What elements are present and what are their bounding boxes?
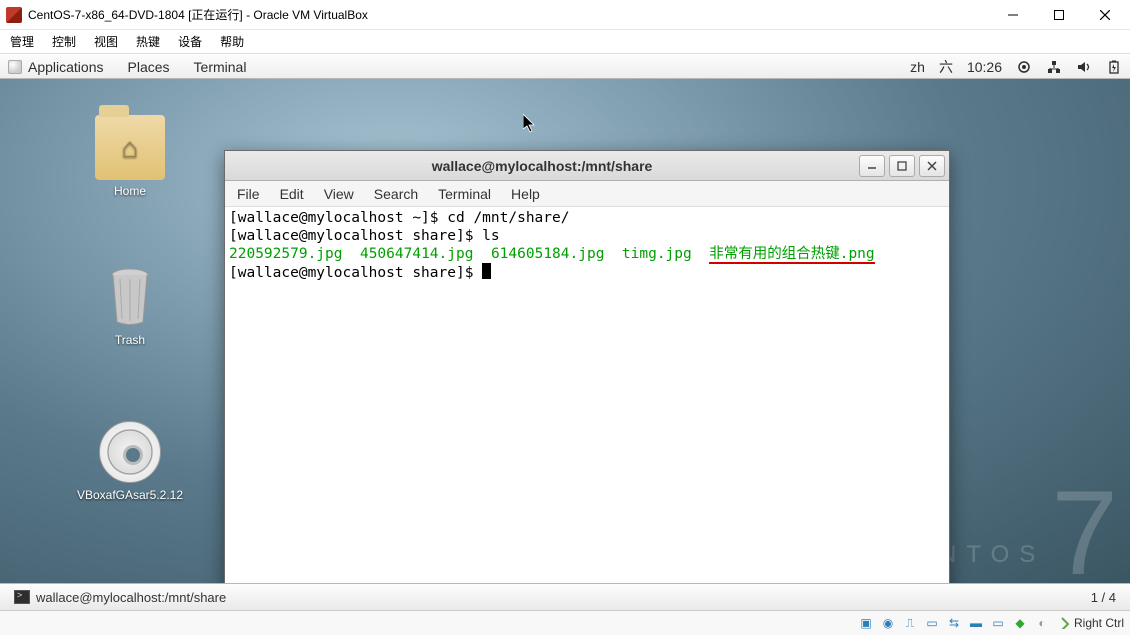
trash-label: Trash <box>75 333 185 347</box>
close-button[interactable] <box>1082 0 1128 30</box>
vb-shared-folder-icon[interactable]: ▭ <box>923 614 941 632</box>
vb-usb-icon[interactable]: ⎍ <box>901 614 919 632</box>
terminal-maximize-button[interactable] <box>889 155 915 177</box>
panel-day: 六 <box>939 57 953 77</box>
gnome-top-panel: Applications Places Terminal zh 六 10:26 <box>0 54 1130 79</box>
ls-file-4: timg.jpg <box>622 246 692 262</box>
terminal-menu-terminal[interactable]: Terminal <box>438 186 491 202</box>
centos-watermark: NTOS7 <box>939 491 1118 575</box>
vb-mouse-integration-icon[interactable]: ◐ <box>1033 614 1051 632</box>
terminal-menu-edit[interactable]: Edit <box>280 186 304 202</box>
terminal-menu-file[interactable]: File <box>237 186 260 202</box>
terminal-menubar: File Edit View Search Terminal Help <box>225 181 949 207</box>
desktop-icon-trash[interactable]: Trash <box>75 264 185 347</box>
panel-terminal[interactable]: Terminal <box>194 59 247 75</box>
record-icon[interactable] <box>1016 59 1032 75</box>
minimize-button[interactable] <box>990 0 1036 30</box>
maximize-button[interactable] <box>1036 0 1082 30</box>
vb-menu-devices[interactable]: 设备 <box>178 33 202 50</box>
virtualbox-titlebar: CentOS-7-x86_64-DVD-1804 [正在运行] - Oracle… <box>0 0 1130 30</box>
gnome-bottom-panel: wallace@mylocalhost:/mnt/share 1 / 4 <box>0 583 1130 610</box>
vb-hdd-icon[interactable]: ▣ <box>857 614 875 632</box>
vb-hostkey-indicator[interactable]: Right Ctrl <box>1055 616 1124 630</box>
terminal-title: wallace@mylocalhost:/mnt/share <box>225 158 859 174</box>
vb-menu-hotkey[interactable]: 热键 <box>136 33 160 50</box>
terminal-cursor <box>482 263 491 279</box>
vb-hostkey-label: Right Ctrl <box>1074 616 1124 630</box>
vb-menu-view[interactable]: 视图 <box>94 33 118 50</box>
ls-file-1: 220592579.jpg <box>229 246 343 262</box>
cd-label: VBoxafGAsar5.2.12 <box>75 488 185 502</box>
battery-icon[interactable] <box>1106 59 1122 75</box>
desktop-icon-cd[interactable]: VBoxafGAsar5.2.12 <box>75 419 185 502</box>
terminal-icon <box>14 590 30 604</box>
guest-display: Applications Places Terminal zh 六 10:26 … <box>0 54 1130 610</box>
activities-icon[interactable] <box>8 60 22 74</box>
volume-icon[interactable] <box>1076 59 1092 75</box>
vb-menu-manage[interactable]: 管理 <box>10 33 34 50</box>
vb-audio-icon[interactable]: ▭ <box>989 614 1007 632</box>
desktop[interactable]: NTOS7 ⌂ Home Trash VBoxafGAsar5.2.12 wal… <box>0 79 1130 583</box>
terminal-menu-search[interactable]: Search <box>374 186 418 202</box>
panel-applications[interactable]: Applications <box>28 59 104 75</box>
taskbar-entry-terminal[interactable]: wallace@mylocalhost:/mnt/share <box>6 588 234 607</box>
terminal-menu-view[interactable]: View <box>324 186 354 202</box>
ls-file-3: 614605184.jpg <box>491 246 605 262</box>
ls-file-2: 450647414.jpg <box>360 246 474 262</box>
workspace-indicator[interactable]: 1 / 4 <box>1083 590 1124 605</box>
terminal-titlebar[interactable]: wallace@mylocalhost:/mnt/share <box>225 151 949 181</box>
home-label: Home <box>75 184 185 198</box>
prompt-1: [wallace@mylocalhost ~]$ <box>229 210 447 226</box>
desktop-icon-home[interactable]: ⌂ Home <box>75 115 185 198</box>
taskbar-entry-label: wallace@mylocalhost:/mnt/share <box>36 590 226 605</box>
terminal-window: wallace@mylocalhost:/mnt/share File Edit… <box>224 150 950 583</box>
cmd-1: cd /mnt/share/ <box>447 210 569 226</box>
virtualbox-menubar: 管理 控制 视图 热键 设备 帮助 <box>0 30 1130 54</box>
ls-file-5: 非常有用的组合热键.png <box>709 246 874 264</box>
vb-display-icon[interactable]: ▬ <box>967 614 985 632</box>
panel-places[interactable]: Places <box>128 59 170 75</box>
vb-recording-icon[interactable]: ◆ <box>1011 614 1029 632</box>
network-icon[interactable] <box>1046 59 1062 75</box>
virtualbox-statusbar: ▣ ◉ ⎍ ▭ ⇆ ▬ ▭ ◆ ◐ Right Ctrl <box>0 610 1130 635</box>
panel-time[interactable]: 10:26 <box>967 59 1002 75</box>
terminal-menu-help[interactable]: Help <box>511 186 540 202</box>
terminal-output[interactable]: [wallace@mylocalhost ~]$ cd /mnt/share/ … <box>225 207 949 583</box>
vb-optical-icon[interactable]: ◉ <box>879 614 897 632</box>
window-title: CentOS-7-x86_64-DVD-1804 [正在运行] - Oracle… <box>28 6 368 23</box>
cmd-2: ls <box>482 228 499 244</box>
terminal-minimize-button[interactable] <box>859 155 885 177</box>
panel-lang[interactable]: zh <box>910 59 925 75</box>
terminal-close-button[interactable] <box>919 155 945 177</box>
vb-menu-control[interactable]: 控制 <box>52 33 76 50</box>
prompt-3: [wallace@mylocalhost share]$ <box>229 265 482 281</box>
vb-network-icon[interactable]: ⇆ <box>945 614 963 632</box>
virtualbox-icon <box>6 7 22 23</box>
vb-menu-help[interactable]: 帮助 <box>220 33 244 50</box>
prompt-2: [wallace@mylocalhost share]$ <box>229 228 482 244</box>
